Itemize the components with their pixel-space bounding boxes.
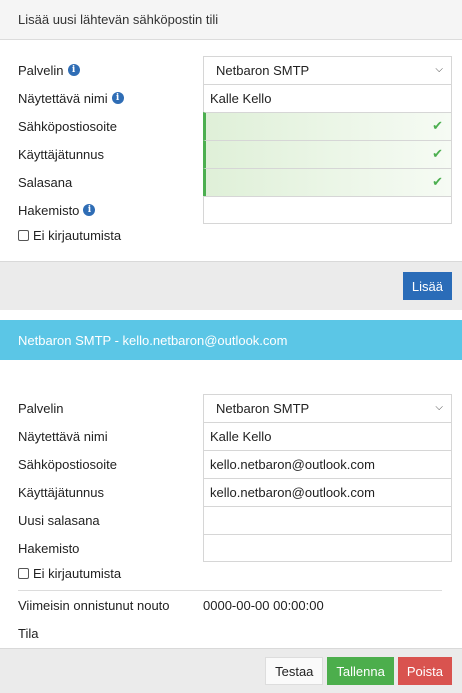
chevron-down-icon: ⌵: [435, 402, 443, 413]
email-input[interactable]: kello.netbaron@outlook.com: [203, 450, 452, 478]
no-login-label: Ei kirjautumista: [33, 227, 122, 243]
save-button[interactable]: Tallenna: [327, 657, 394, 685]
account-email-row: Sähköpostiosoite kello.netbaron@outlook.…: [18, 450, 452, 478]
server-label: Palvelin: [18, 400, 64, 416]
display-name-input[interactable]: Kalle Kello: [203, 422, 452, 450]
delete-button[interactable]: Poista: [397, 657, 452, 685]
email-value: kello.netbaron@outlook.com: [210, 457, 375, 472]
account-display-name-row: Näytettävä nimi Kalle Kello: [18, 422, 452, 450]
new-password-input[interactable]: [203, 506, 452, 534]
directory-input[interactable]: [203, 196, 452, 224]
directory-label: Hakemisto: [18, 540, 80, 556]
new-email-row: Sähköpostiosoite ✔: [18, 112, 452, 140]
server-select[interactable]: Netbaron SMTP ⌵: [203, 394, 452, 422]
account-title: Netbaron SMTP - kello.netbaron@outlook.c…: [18, 332, 288, 348]
test-button[interactable]: Testaa: [265, 657, 324, 685]
display-name-label: Näytettävä nimi: [18, 428, 108, 444]
new-display-name-row: Näytettävä nimi i Kalle Kello: [18, 84, 452, 112]
last-fetch-row: Viimeisin onnistunut nouto 0000-00-00 00…: [18, 591, 452, 619]
account-header[interactable]: Netbaron SMTP - kello.netbaron@outlook.c…: [0, 320, 462, 360]
status-label: Tila: [18, 625, 39, 641]
username-label: Käyttäjätunnus: [18, 484, 105, 500]
no-login-option: Ei kirjautumista: [18, 224, 452, 246]
directory-label: Hakemisto: [18, 202, 80, 218]
check-icon: ✔: [432, 174, 443, 189]
server-label: Palvelin: [18, 62, 64, 78]
display-name-label: Näytettävä nimi: [18, 90, 108, 106]
server-select-value: Netbaron SMTP: [216, 401, 310, 416]
new-password-label: Uusi salasana: [18, 512, 100, 528]
account-username-row: Käyttäjätunnus kello.netbaron@outlook.co…: [18, 478, 452, 506]
display-name-value: Kalle Kello: [210, 429, 272, 444]
username-input[interactable]: ✔: [203, 140, 452, 168]
last-fetch-label: Viimeisin onnistunut nouto: [18, 597, 170, 613]
new-directory-row: Hakemisto i: [18, 196, 452, 224]
add-button[interactable]: Lisää: [402, 272, 452, 300]
password-input[interactable]: ✔: [203, 168, 452, 196]
check-icon: ✔: [432, 146, 443, 161]
no-login-option: Ei kirjautumista: [18, 562, 452, 584]
username-label: Käyttäjätunnus: [18, 146, 105, 162]
chevron-down-icon: ⌵: [435, 64, 443, 75]
no-login-label: Ei kirjautumista: [33, 565, 122, 581]
display-name-value: Kalle Kello: [210, 91, 272, 106]
account-form: Palvelin Netbaron SMTP ⌵ Näytettävä nimi…: [0, 360, 462, 648]
account-footer: Testaa Tallenna Poista: [0, 648, 462, 693]
account-server-row: Palvelin Netbaron SMTP ⌵: [18, 394, 452, 422]
email-label: Sähköpostiosoite: [18, 456, 118, 472]
account-directory-row: Hakemisto: [18, 534, 452, 562]
new-password-row: Salasana ✔: [18, 168, 452, 196]
new-account-form: Palvelin i Netbaron SMTP ⌵ Näytettävä ni…: [0, 40, 462, 261]
info-icon[interactable]: i: [83, 204, 96, 216]
directory-input[interactable]: [203, 534, 452, 562]
server-select-value: Netbaron SMTP: [216, 63, 310, 78]
new-account-panel-title: Lisää uusi lähtevän sähköpostin tili: [0, 0, 462, 40]
server-select[interactable]: Netbaron SMTP ⌵: [203, 56, 452, 84]
email-label: Sähköpostiosoite: [18, 118, 118, 134]
info-icon[interactable]: i: [67, 64, 80, 76]
username-value: kello.netbaron@outlook.com: [210, 485, 375, 500]
display-name-input[interactable]: Kalle Kello: [203, 84, 452, 112]
status-row: Tila: [18, 619, 452, 647]
new-server-row: Palvelin i Netbaron SMTP ⌵: [18, 56, 452, 84]
new-username-row: Käyttäjätunnus ✔: [18, 140, 452, 168]
new-account-footer: Lisää: [0, 261, 462, 310]
account-new-password-row: Uusi salasana: [18, 506, 452, 534]
new-account-title: Lisää uusi lähtevän sähköpostin tili: [18, 12, 219, 27]
password-label: Salasana: [18, 174, 73, 190]
username-input[interactable]: kello.netbaron@outlook.com: [203, 478, 452, 506]
info-icon[interactable]: i: [111, 92, 124, 104]
no-login-checkbox[interactable]: [18, 229, 29, 241]
check-icon: ✔: [432, 118, 443, 133]
email-input[interactable]: ✔: [203, 112, 452, 140]
no-login-checkbox[interactable]: [18, 567, 29, 579]
last-fetch-value: 0000-00-00 00:00:00: [203, 597, 324, 613]
